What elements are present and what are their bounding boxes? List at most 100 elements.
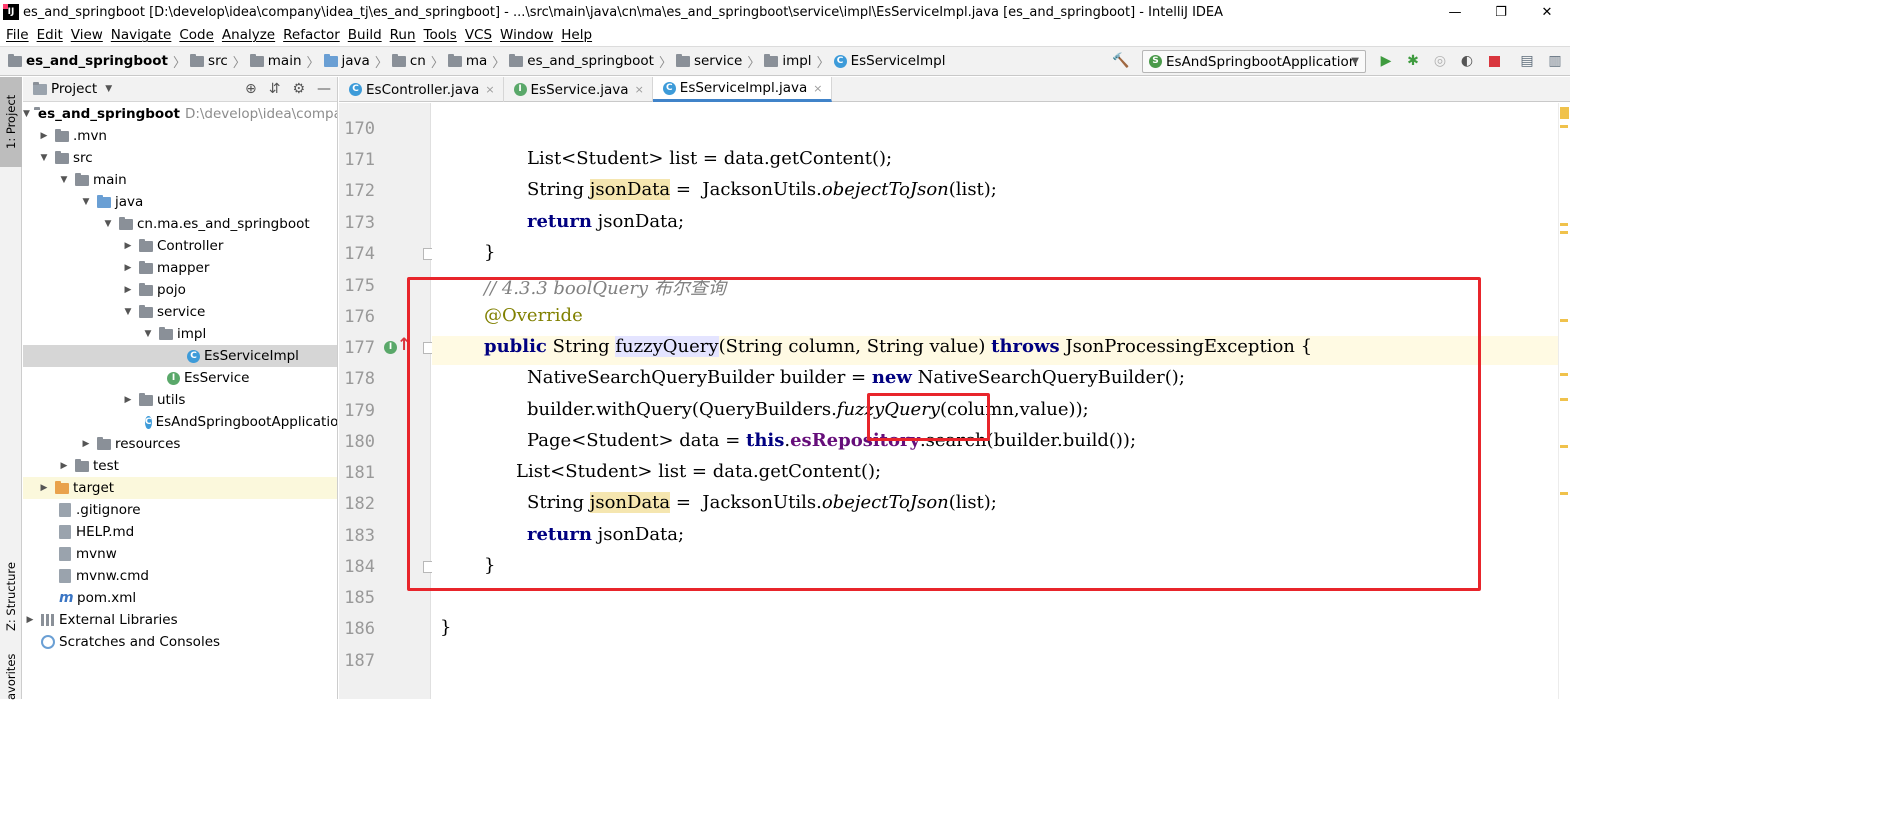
breadcrumb-ma[interactable]: ma 〉: [444, 52, 505, 71]
window-title: es_and_springboot [D:\develop\idea\compa…: [23, 4, 1224, 20]
gear-icon[interactable]: ⚙: [292, 81, 305, 97]
menu-view[interactable]: View: [67, 27, 107, 43]
arrow-up-icon[interactable]: ↑: [397, 335, 411, 355]
tree-item-external-libraries[interactable]: ▶ External Libraries: [23, 609, 337, 631]
run-icon[interactable]: ▶: [1377, 52, 1395, 70]
coverage-icon[interactable]: ◎: [1431, 52, 1449, 70]
chevron-right-icon: ▶: [124, 285, 132, 295]
menu-help[interactable]: Help: [557, 27, 596, 43]
project-structure-icon[interactable]: ▤: [1518, 52, 1536, 70]
project-tool-tab[interactable]: 1: Project: [0, 77, 22, 167]
tree-item-target[interactable]: ▶ target: [23, 477, 337, 499]
tree-item-pom-xml[interactable]: m pom.xml: [23, 587, 337, 609]
code-text: }: [484, 555, 496, 576]
code-text: }: [440, 617, 452, 638]
breadcrumb-impl[interactable]: impl 〉: [760, 52, 830, 71]
tree-item-controller[interactable]: ▶ Controller: [23, 235, 337, 257]
menu-run[interactable]: Run: [386, 27, 420, 43]
close-tab-icon[interactable]: ×: [813, 82, 822, 95]
menu-code[interactable]: Code: [175, 27, 218, 43]
tree-item-label: HELP.md: [76, 524, 135, 540]
spring-boot-icon: S: [1149, 55, 1162, 68]
breadcrumb-src[interactable]: src 〉: [186, 52, 246, 71]
structure-tool-tab[interactable]: Z: Structure: [0, 552, 22, 642]
breadcrumb-cn[interactable]: cn 〉: [388, 52, 444, 71]
code-editor[interactable]: List<Student> list = data.getContent(); …: [432, 103, 1558, 699]
folder-icon: [55, 128, 69, 142]
stop-icon[interactable]: [1485, 52, 1503, 70]
folder-icon: [249, 53, 264, 67]
annotation: @Override: [484, 305, 583, 326]
breadcrumb-esserviceimpl[interactable]: C EsServiceImpl: [830, 53, 946, 69]
code-text: (list);: [948, 492, 997, 513]
tree-item-main[interactable]: ▼ main: [23, 169, 337, 191]
tree-item-scratches[interactable]: Scratches and Consoles: [23, 631, 337, 653]
close-window-button[interactable]: ✕: [1524, 0, 1570, 24]
error-stripe-marker: [1560, 231, 1568, 234]
breadcrumb-es-and-springboot[interactable]: es_and_springboot 〉: [505, 52, 672, 71]
minimize-button[interactable]: —: [1432, 0, 1478, 24]
breadcrumb-java[interactable]: java 〉: [320, 52, 388, 71]
profile-icon[interactable]: ◐: [1458, 52, 1476, 70]
menu-window[interactable]: Window: [496, 27, 557, 43]
menu-analyze[interactable]: Analyze: [218, 27, 279, 43]
menu-refactor[interactable]: Refactor: [279, 27, 344, 43]
tree-item-resources[interactable]: ▶ resources: [23, 433, 337, 455]
package-icon: [764, 53, 779, 67]
excluded-folder-icon: [55, 480, 69, 494]
restore-button[interactable]: ❐: [1478, 0, 1524, 24]
hide-icon[interactable]: —: [317, 81, 331, 97]
tree-item-src[interactable]: ▼ src: [23, 147, 337, 169]
chevron-down-icon: ▼: [23, 109, 30, 119]
breadcrumb-project[interactable]: es_and_springboot 〉: [0, 52, 186, 71]
tree-item-utils[interactable]: ▶ utils: [23, 389, 337, 411]
tree-item-help-md[interactable]: HELP.md: [23, 521, 337, 543]
tree-item-mvnw-cmd[interactable]: mvnw.cmd: [23, 565, 337, 587]
locate-icon[interactable]: ⊕: [245, 81, 257, 97]
tree-item-package-root[interactable]: ▼ cn.ma.es_and_springboot: [23, 213, 337, 235]
tree-item-esserviceimpl[interactable]: C EsServiceImpl: [23, 345, 337, 367]
close-tab-icon[interactable]: ×: [635, 83, 644, 96]
breadcrumb-main[interactable]: main 〉: [246, 52, 320, 71]
implements-method-icon[interactable]: I: [384, 341, 397, 354]
menu-tools[interactable]: Tools: [420, 27, 461, 43]
file-icon: [59, 569, 71, 583]
tree-item-mvn[interactable]: ▶ .mvn: [23, 125, 337, 147]
tree-item-impl[interactable]: ▼ impl: [23, 323, 337, 345]
tree-item-test[interactable]: ▶ test: [23, 455, 337, 477]
menu-vcs[interactable]: VCS: [461, 27, 496, 43]
breadcrumb-service[interactable]: service 〉: [672, 52, 760, 71]
tab-escontroller[interactable]: C EsController.java ×: [339, 77, 504, 102]
collapse-all-icon[interactable]: ⇵: [269, 81, 281, 97]
tree-item-label: EsAndSpringbootApplication: [155, 414, 338, 430]
debug-icon[interactable]: ✱: [1404, 52, 1422, 70]
tree-item-gitignore[interactable]: .gitignore: [23, 499, 337, 521]
tree-item-project-root[interactable]: ▼ es_and_springboot D:\develop\idea\comp…: [23, 103, 337, 125]
tree-item-application[interactable]: C EsAndSpringbootApplication: [23, 411, 338, 433]
tree-item-java[interactable]: ▼ java: [23, 191, 337, 213]
tab-esservice[interactable]: I EsService.java ×: [504, 77, 653, 102]
project-panel-title[interactable]: Project: [51, 81, 97, 97]
tree-item-label: service: [157, 304, 206, 320]
tree-item-label: cn.ma.es_and_springboot: [137, 216, 310, 232]
close-tab-icon[interactable]: ×: [485, 83, 494, 96]
tree-item-mvnw[interactable]: mvnw: [23, 543, 337, 565]
tab-label: EsServiceImpl.java: [679, 80, 808, 96]
tree-item-service[interactable]: ▼ service: [23, 301, 337, 323]
code-line-177: public String fuzzyQuery(String column, …: [484, 336, 1312, 357]
chevron-down-icon[interactable]: ▼: [105, 84, 112, 94]
menu-build[interactable]: Build: [344, 27, 386, 43]
editor-scrollbar[interactable]: [1558, 103, 1570, 699]
menu-navigate[interactable]: Navigate: [107, 27, 176, 43]
menu-file[interactable]: File: [0, 27, 33, 43]
layout-icon[interactable]: ▥: [1546, 52, 1564, 70]
menu-edit[interactable]: Edit: [33, 27, 67, 43]
hammer-icon[interactable]: 🔨: [1112, 52, 1130, 70]
keyword: new: [871, 367, 912, 388]
favorites-tool-tab[interactable]: avorites: [0, 654, 22, 700]
tree-item-esservice[interactable]: I EsService: [23, 367, 337, 389]
run-configuration-dropdown[interactable]: S EsAndSpringbootApplication ▼: [1142, 50, 1366, 73]
tree-item-pojo[interactable]: ▶ pojo: [23, 279, 337, 301]
tree-item-mapper[interactable]: ▶ mapper: [23, 257, 337, 279]
tab-esserviceimpl[interactable]: C EsServiceImpl.java ×: [652, 77, 832, 102]
